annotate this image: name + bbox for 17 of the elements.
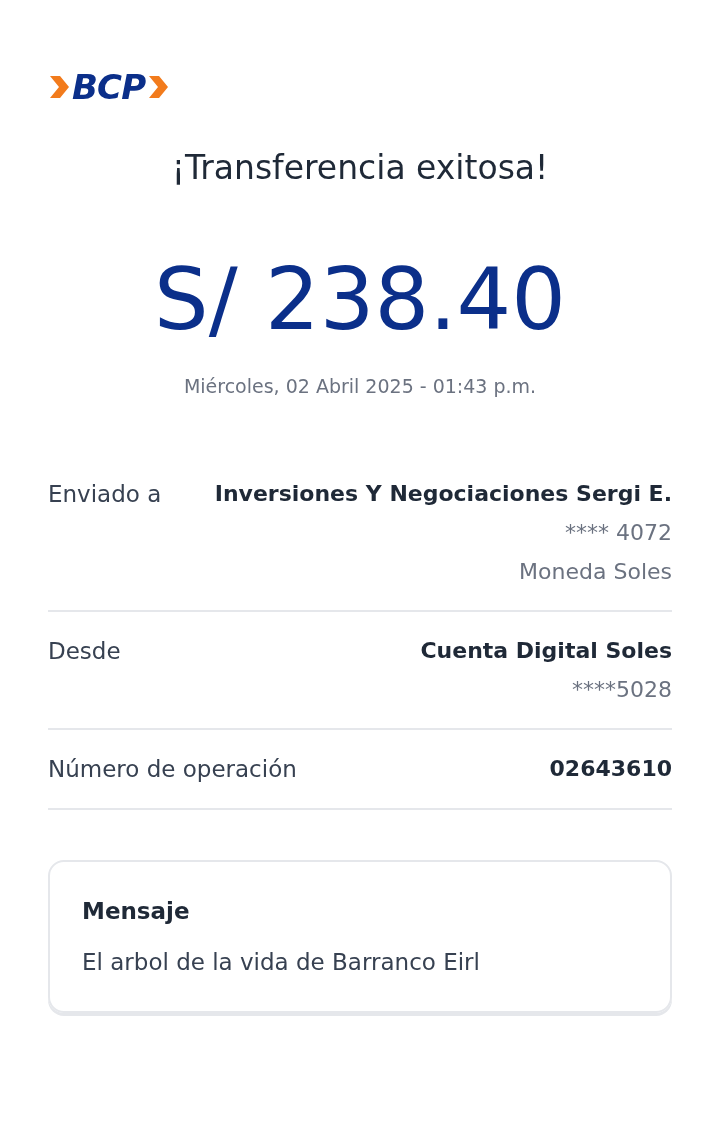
logo: BCP xyxy=(72,70,146,104)
detail-value: Moneda Soles xyxy=(519,557,672,586)
amount: S/ 238.40 xyxy=(153,256,567,343)
detail-value: Cuenta Digital Soles xyxy=(420,636,672,665)
message-text: El arbol de la vida de Barranco Eirl xyxy=(82,947,481,977)
date-time: Miércoles, 02 Abril 2025 - 01:43 p.m. xyxy=(182,374,538,400)
detail-value: Inversiones Y Negociaciones Sergi E. xyxy=(214,479,672,508)
success-title: ¡Transferencia exitosa! xyxy=(170,147,550,189)
detail-value: ****5028 xyxy=(572,675,672,704)
detail-value: **** 4072 xyxy=(565,518,672,547)
detail-value: 02643610 xyxy=(549,754,672,783)
chevron-icon xyxy=(147,74,170,100)
detail-label: Número de operación xyxy=(48,754,297,784)
detail-label: Desde xyxy=(48,636,121,666)
message-title: Mensaje xyxy=(82,897,191,927)
chevron-icon xyxy=(48,74,70,100)
detail-label: Enviado a xyxy=(48,479,162,509)
